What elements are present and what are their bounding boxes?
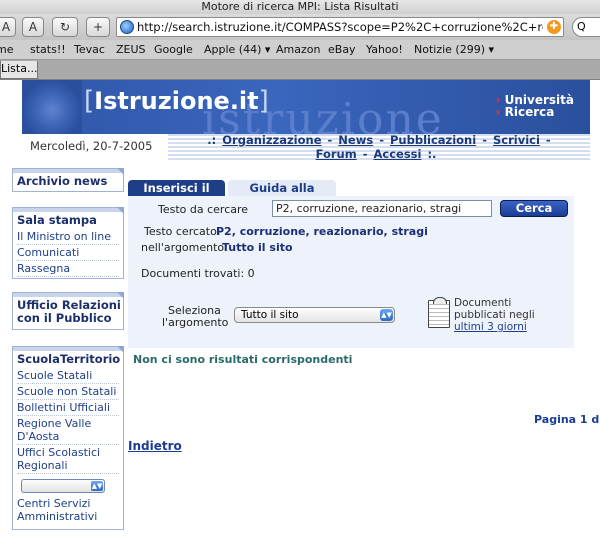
nav-accessi[interactable]: Accessi [373,147,421,161]
nav-organizzazione[interactable]: Organizzazione [222,133,321,147]
rss-icon[interactable]: ✚ [547,20,561,34]
sidebar-item-bollettini[interactable]: Bollettini Ufficiali [17,400,119,416]
sidebar-item-ministro[interactable]: Il Ministro on line [17,229,119,245]
tab-lista[interactable]: Lista... [0,61,38,79]
argument-select[interactable]: Tutto il sito ▲▼ [234,307,395,323]
recent-documents-link[interactable]: ultimi 3 giorni [454,321,527,333]
sidebar-archivio: Archivio news [12,168,124,192]
search-panel: Testo da cercare P2, corruzione, reazion… [128,196,574,348]
search-text-label: Testo da cercare [158,203,249,216]
text-smaller-button[interactable]: A [0,17,16,37]
sidebar-item-rassegna[interactable]: Rassegna [17,261,119,277]
address-bar[interactable]: http://search.istruzione.it/COMPASS?scop… [116,17,564,37]
bookmark-item[interactable]: ZEUS [116,40,146,60]
text-larger-button[interactable]: A [22,17,44,37]
site-banner: istruzione [Istruzione.it] Università Ri… [22,80,590,134]
bookmark-item[interactable]: Apple (44) ▾ [204,40,270,60]
clipboard-icon [428,297,450,328]
search-button[interactable]: Cerca [500,200,568,217]
region-select[interactable]: ▲▼ [21,479,105,493]
bookmark-item[interactable]: eBay [328,40,356,60]
sidebar-item-uffici-scolastici[interactable]: Uffici Scolastici Regionali [17,445,119,474]
republic-emblem-icon [22,80,82,134]
bookmark-item[interactable]: stats!! [30,40,66,60]
search-input[interactable]: P2, corruzione, reazionario, stragi [272,200,492,217]
browser-toolbar: A A ↻ + http://search.istruzione.it/COMP… [0,14,600,40]
bookmark-item[interactable]: me [0,40,13,60]
reload-icon[interactable]: ↻ [52,17,78,37]
window-title: Motore di ricerca MPI: Lista Risultati [0,0,600,14]
current-date: Mercoledì, 20-7-2005 [30,139,153,153]
bookmark-item[interactable]: Yahoo! [366,40,403,60]
nav-scrivici[interactable]: Scrivici [493,133,540,147]
universita-ricerca-link[interactable]: Università Ricerca [496,94,574,118]
documents-found: Documenti trovati: 0 [141,267,255,280]
no-results-message: Non ci sono risultati corrispondenti [133,353,353,366]
nav-pubblicazioni[interactable]: Pubblicazioni [390,133,476,147]
nav-news[interactable]: News [338,133,373,147]
nav-forum[interactable]: Forum [316,147,357,161]
sidebar-item-valle-aosta[interactable]: Regione Valle D'Aosta [17,416,119,445]
tab-inserisci-testo[interactable]: Inserisci il testo [128,180,225,211]
select-arrow-icon: ▲▼ [380,309,393,321]
select-arrow-icon: ▲▼ [91,481,103,491]
tab-strip: Lista... [0,60,600,80]
top-navigation: .: Organizzazione - News - Pubblicazioni - Scri… [168,133,590,161]
address-url[interactable]: http://search.istruzione.it/COMPASS?scop… [137,19,543,36]
bookmark-item[interactable]: Tevac [74,40,105,60]
recent-documents: Documenti pubblicati negli ultimi 3 gior… [454,297,535,333]
sidebar-link-urp[interactable]: Ufficio Relazioni con il Pubblico [13,293,123,327]
bookmark-item[interactable]: Amazon [276,40,320,60]
pagination-info: Pagina 1 di 0 [534,413,600,426]
sidebar-item-scuole-non-statali[interactable]: Scuole non Statali [17,384,119,400]
sidebar-item-comunicati[interactable]: Comunicati [17,245,119,261]
searched-text-value: P2, corruzione, reazionario, stragi [216,225,428,238]
add-bookmark-button[interactable]: + [86,17,110,37]
site-globe-icon [120,20,134,34]
sidebar-urp: Ufficio Relazioni con il Pubblico [12,292,124,330]
argument-value: Tutto il sito [222,241,293,254]
searched-text-label: Testo cercato: [144,225,221,238]
sidebar-sala-stampa: Sala stampa Il Ministro on line Comunica… [12,207,124,279]
bookmarks-bar: me stats!! Tevac ZEUS Google Apple (44) … [0,40,600,60]
browser-search-field[interactable]: Q [572,17,600,37]
sidebar-scuola-territorio: ScuolaTerritorio Scuole Statali Scuole n… [12,346,124,530]
sidebar-item-centri-servizi[interactable]: Centri Servizi Amministrativi [17,496,119,524]
argument-label: nell'argomento: [141,241,228,254]
select-argument-label-2: l'argomento [162,316,229,329]
bookmark-item[interactable]: Google [154,40,193,60]
back-link[interactable]: Indietro [128,439,182,453]
bookmark-item[interactable]: Notizie (299) ▾ [414,40,494,60]
tab-guida-ricerca[interactable]: Guida alla ricerca [228,180,336,211]
site-logo[interactable]: [Istruzione.it] [84,86,269,116]
sidebar-item-scuole-statali[interactable]: Scuole Statali [17,368,119,384]
